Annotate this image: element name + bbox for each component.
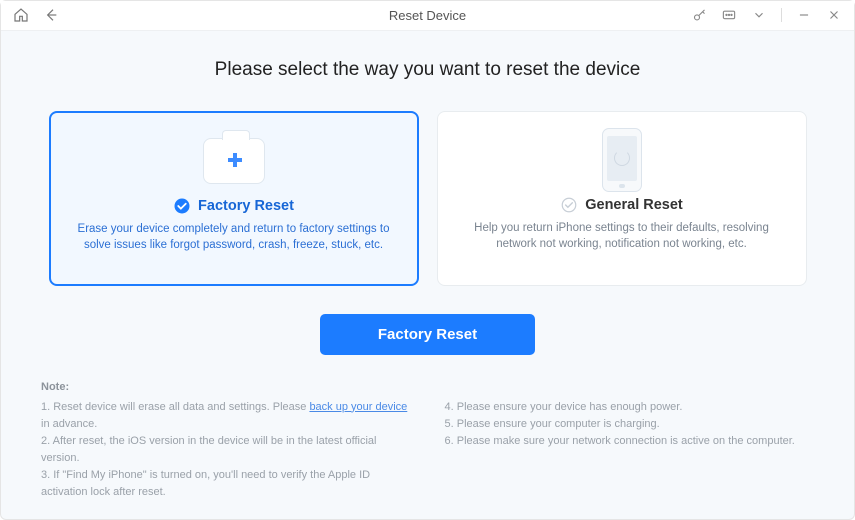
titlebar: Reset Device	[1, 1, 854, 31]
note-5: 5. Please ensure your computer is chargi…	[445, 416, 815, 433]
key-icon[interactable]	[691, 7, 707, 23]
card-description: Erase your device completely and return …	[75, 221, 393, 254]
card-title: General Reset	[585, 197, 683, 213]
card-general-reset[interactable]: General Reset Help you return iPhone set…	[437, 111, 807, 286]
note-6: 6. Please make sure your network connect…	[445, 433, 815, 450]
close-icon[interactable]	[826, 7, 842, 23]
notes-col-left: 1. Reset device will erase all data and …	[41, 399, 411, 501]
backup-link[interactable]: back up your device	[309, 401, 407, 413]
back-icon[interactable]	[43, 7, 59, 23]
content-area: Please select the way you want to reset …	[1, 31, 854, 519]
chevron-down-icon[interactable]	[751, 7, 767, 23]
note-4: 4. Please ensure your device has enough …	[445, 399, 815, 416]
phone-refresh-icon	[602, 130, 642, 190]
action-row: Factory Reset	[41, 314, 814, 355]
app-window: Reset Device Please select the way you w…	[0, 0, 855, 520]
note-1: 1. Reset device will erase all data and …	[41, 399, 411, 433]
titlebar-separator	[781, 8, 782, 22]
check-outline-icon	[560, 196, 578, 214]
feedback-icon[interactable]	[721, 7, 737, 23]
factory-reset-button[interactable]: Factory Reset	[320, 314, 535, 355]
notes-title: Note:	[41, 381, 814, 393]
card-title: Factory Reset	[198, 198, 294, 214]
home-icon[interactable]	[13, 7, 29, 23]
option-cards: Factory Reset Erase your device complete…	[41, 111, 814, 286]
note-2: 2. After reset, the iOS version in the d…	[41, 433, 411, 467]
first-aid-kit-icon	[203, 131, 265, 191]
page-headline: Please select the way you want to reset …	[41, 59, 814, 81]
notes-col-right: 4. Please ensure your device has enough …	[445, 399, 815, 501]
notes-section: Note: 1. Reset device will erase all dat…	[41, 381, 814, 501]
card-factory-reset[interactable]: Factory Reset Erase your device complete…	[49, 111, 419, 286]
note-3: 3. If "Find My iPhone" is turned on, you…	[41, 467, 411, 501]
minimize-icon[interactable]	[796, 7, 812, 23]
check-filled-icon	[173, 197, 191, 215]
card-description: Help you return iPhone settings to their…	[462, 220, 782, 253]
